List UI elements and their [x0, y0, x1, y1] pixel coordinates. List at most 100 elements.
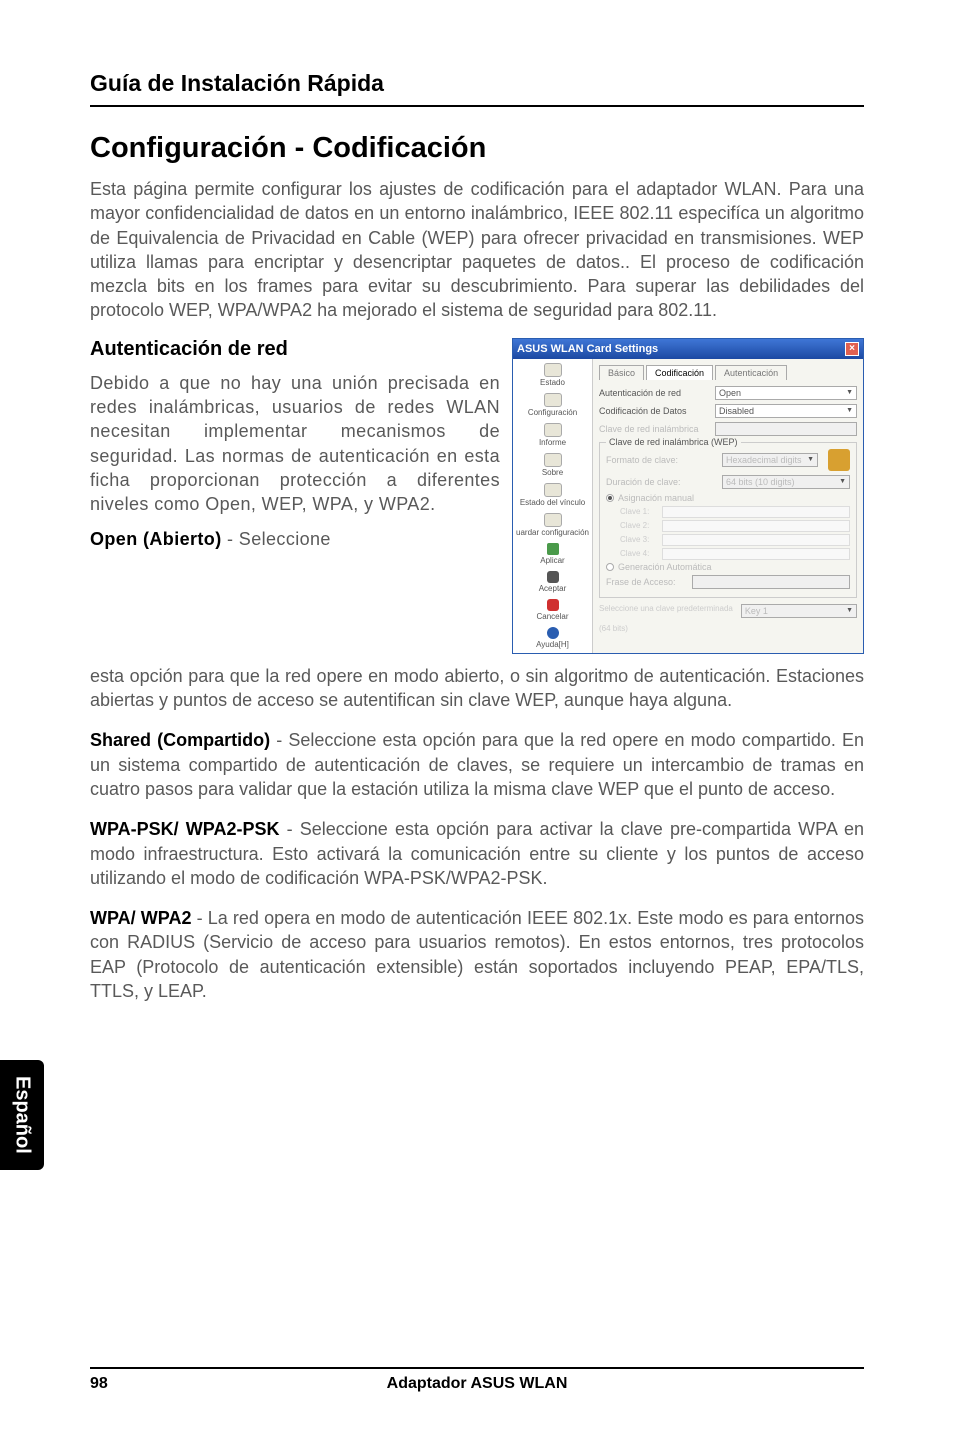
- chevron-down-icon: ▼: [839, 478, 846, 485]
- lock-icon: [828, 449, 850, 471]
- cancel-icon: [547, 599, 559, 611]
- report-icon: [544, 423, 562, 437]
- tab-basico[interactable]: Básico: [599, 365, 644, 380]
- open-lead-line: Open (Abierto) - Seleccione: [90, 527, 500, 551]
- codificacion-datos-dropdown[interactable]: Disabled ▼: [715, 404, 857, 418]
- key-select-dropdown: Key 1 ▼: [741, 604, 857, 618]
- page-header: Guía de Instalación Rápida: [90, 70, 864, 97]
- subheading-autenticacion: Autenticación de red: [90, 338, 500, 361]
- shared-bold: Shared (Compartido): [90, 730, 270, 750]
- open-bold: Open (Abierto): [90, 529, 222, 549]
- clave-1-input: [662, 506, 850, 518]
- bits-text: (64 bits): [599, 624, 628, 633]
- sidebar-item-aplicar[interactable]: Aplicar: [515, 543, 590, 565]
- sidebar-label: Estado del vínculo: [520, 498, 585, 507]
- dropdown-value: Key 1: [745, 606, 768, 616]
- clave-4-row: Clave 4:: [606, 548, 850, 560]
- field-label: Autenticación de red: [599, 388, 709, 398]
- apply-icon: [547, 543, 559, 555]
- section-title: Configuración - Codificación: [90, 132, 864, 165]
- field-formato: Formato de clave: Hexadecimal digits ▼: [606, 449, 850, 471]
- close-icon[interactable]: ×: [845, 342, 859, 356]
- wpapsk-bold: WPA-PSK/ WPA2-PSK: [90, 819, 279, 839]
- link-icon: [544, 483, 562, 497]
- chevron-down-icon: ▼: [846, 607, 853, 614]
- radio-auto: Generación Automática: [606, 562, 850, 572]
- sidebar-item-aceptar[interactable]: Aceptar: [515, 571, 590, 593]
- left-column-text: Debido a que no hay una unión precisada …: [90, 371, 500, 517]
- sidebar-label: Sobre: [542, 468, 563, 477]
- clave-label: Clave 3:: [620, 535, 658, 544]
- wep-groupbox: Clave de red inalámbrica (WEP) Formato d…: [599, 442, 857, 598]
- clave-label: Clave 1:: [620, 507, 658, 516]
- sidebar-item-guardar[interactable]: uardar configuración: [515, 513, 590, 537]
- settings-dialog: ASUS WLAN Card Settings × Estado Configu…: [512, 338, 864, 654]
- about-icon: [544, 453, 562, 467]
- page-footer: 98 Adaptador ASUS WLAN: [90, 1367, 864, 1393]
- sidebar-label: Ayuda[H]: [536, 640, 569, 649]
- open-rest: esta opción para que la red opere en mod…: [90, 666, 864, 710]
- dialog-main: Básico Codificación Autenticación Autent…: [593, 359, 863, 653]
- field-label: Clave de red inalámbrica: [599, 424, 709, 434]
- wpa-paragraph: WPA/ WPA2 - La red opera en modo de aute…: [90, 906, 864, 1003]
- right-column: ASUS WLAN Card Settings × Estado Configu…: [512, 338, 864, 654]
- sidebar-label: Configuración: [528, 408, 577, 417]
- field-autenticacion-red: Autenticación de red Open ▼: [599, 386, 857, 400]
- formato-dropdown: Hexadecimal digits ▼: [722, 453, 818, 467]
- dialog-sidebar: Estado Configuración Informe Sobre: [513, 359, 593, 653]
- clave-label: Clave 2:: [620, 521, 658, 530]
- dropdown-value: Hexadecimal digits: [726, 455, 802, 465]
- save-icon: [544, 513, 562, 527]
- sidebar-item-informe[interactable]: Informe: [515, 423, 590, 447]
- sidebar-item-configuracion[interactable]: Configuración: [515, 393, 590, 417]
- accept-icon: [547, 571, 559, 583]
- dialog-titlebar: ASUS WLAN Card Settings ×: [513, 339, 863, 359]
- tab-codificacion[interactable]: Codificación: [646, 365, 713, 380]
- field-label: Frase de Acceso:: [606, 577, 686, 587]
- status-icon: [544, 363, 562, 377]
- dialog-title: ASUS WLAN Card Settings: [517, 343, 658, 355]
- tab-autenticacion[interactable]: Autenticación: [715, 365, 787, 380]
- field-frase-acceso: Frase de Acceso:: [606, 575, 850, 589]
- sidebar-item-estado[interactable]: Estado: [515, 363, 590, 387]
- bottom-note: Seleccione una clave predeterminada Key …: [599, 604, 857, 618]
- two-column-block: Autenticación de red Debido a que no hay…: [90, 338, 864, 654]
- sidebar-item-sobre[interactable]: Sobre: [515, 453, 590, 477]
- page-number: 98: [90, 1375, 108, 1393]
- wpapsk-paragraph: WPA-PSK/ WPA2-PSK - Seleccione esta opci…: [90, 817, 864, 890]
- sidebar-label: Cancelar: [536, 612, 568, 621]
- clave-red-input: [715, 422, 857, 436]
- dialog-body: Estado Configuración Informe Sobre: [513, 359, 863, 653]
- chevron-down-icon: ▼: [846, 389, 853, 396]
- sidebar-item-ayuda[interactable]: Ayuda[H]: [515, 627, 590, 649]
- bits-note: (64 bits): [599, 624, 857, 633]
- sidebar-item-cancelar[interactable]: Cancelar: [515, 599, 590, 621]
- field-codificacion-datos: Codificación de Datos Disabled ▼: [599, 404, 857, 418]
- groupbox-title: Clave de red inalámbrica (WEP): [606, 437, 741, 447]
- header-divider: [90, 105, 864, 107]
- field-clave-red: Clave de red inalámbrica: [599, 422, 857, 436]
- wpa-bold: WPA/ WPA2: [90, 908, 191, 928]
- open-dash: - Seleccione: [222, 529, 331, 549]
- sidebar-label: Aplicar: [540, 556, 564, 565]
- radio-icon: [606, 494, 614, 502]
- left-column: Autenticación de red Debido a que no hay…: [90, 338, 500, 654]
- open-paragraph: esta opción para que la red opere en mod…: [90, 664, 864, 713]
- dropdown-value: Open: [719, 388, 741, 398]
- sidebar-item-vinculo[interactable]: Estado del vínculo: [515, 483, 590, 507]
- intro-paragraph: Esta página permite configurar los ajust…: [90, 177, 864, 323]
- field-label: Duración de clave:: [606, 477, 716, 487]
- sidebar-label: Estado: [540, 378, 565, 387]
- sidebar-label: uardar configuración: [516, 528, 589, 537]
- field-duracion: Duración de clave: 64 bits (10 digits) ▼: [606, 475, 850, 489]
- wpa-rest: - La red opera en modo de autenticación …: [90, 908, 864, 1001]
- clave-label: Clave 4:: [620, 549, 658, 558]
- help-icon: [547, 627, 559, 639]
- footer-center: Adaptador ASUS WLAN: [387, 1375, 568, 1393]
- clave-1-row: Clave 1:: [606, 506, 850, 518]
- clave-4-input: [662, 548, 850, 560]
- chevron-down-icon: ▼: [846, 407, 853, 414]
- autenticacion-red-dropdown[interactable]: Open ▼: [715, 386, 857, 400]
- clave-2-input: [662, 520, 850, 532]
- clave-2-row: Clave 2:: [606, 520, 850, 532]
